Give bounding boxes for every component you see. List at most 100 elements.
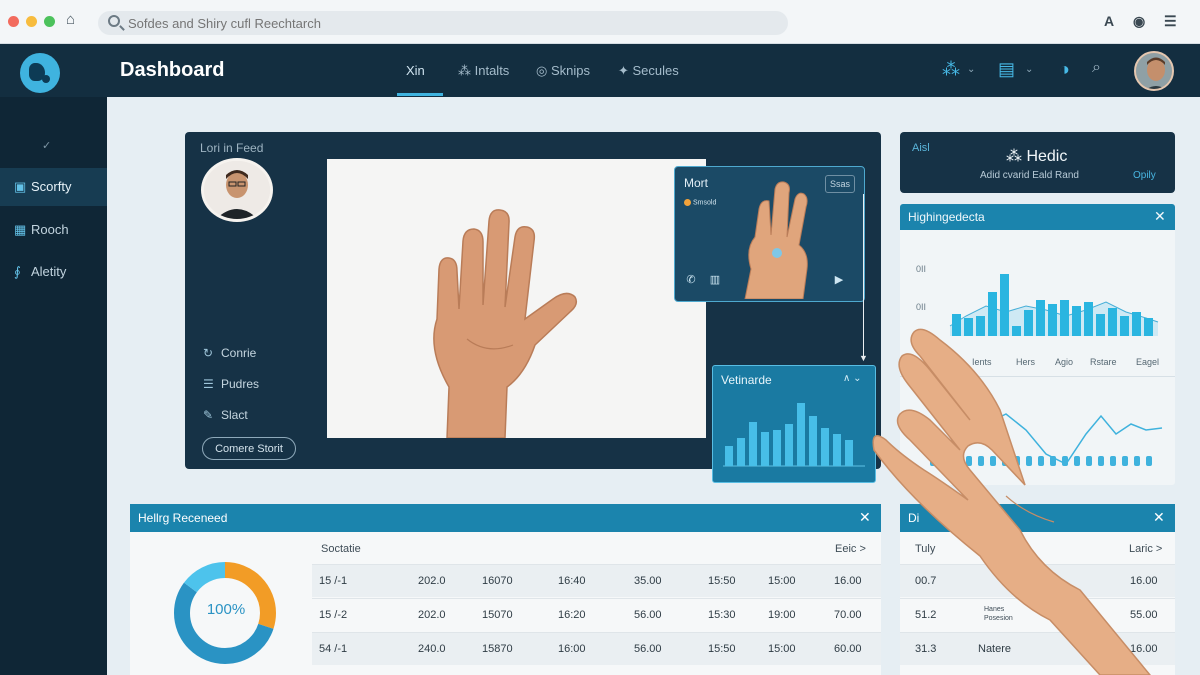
table-cell: 16.00 — [1130, 643, 1158, 655]
table-header-right[interactable]: Eeic > — [835, 543, 866, 555]
grid-icon[interactable]: ▥ — [707, 273, 723, 289]
chart-bar — [1000, 274, 1009, 336]
table-header-left: Soctatie — [321, 543, 361, 555]
tools-icon: ✎ — [203, 408, 214, 422]
toggle-icon — [684, 199, 691, 206]
table-cell: 31.3 — [915, 643, 937, 655]
theme-icon[interactable]: ◑ — [1059, 59, 1070, 80]
menu-item-conrie[interactable]: ↻ Conrie — [203, 346, 256, 360]
table-cell: 15 /-1 — [319, 575, 348, 587]
menu-icon[interactable]: ☰ — [1164, 13, 1177, 30]
table-header-right[interactable]: Laric > — [1129, 543, 1162, 555]
vetinarde-chart-card[interactable]: Vetinarde ∧ ⌄ — [712, 365, 876, 483]
gesture-popup[interactable]: Mort Ssas Smsold ✆ ▥ ▶ — [674, 166, 865, 302]
address-input[interactable] — [128, 14, 768, 32]
table-cell: 55.00 — [1130, 609, 1158, 621]
home-icon[interactable]: ⌂ — [66, 11, 75, 28]
card-header: Di ✕ — [900, 504, 1175, 532]
table-header-left: Tuly — [915, 543, 936, 555]
extension-icon[interactable]: ◉ — [1133, 13, 1145, 30]
table-row[interactable]: 15 /-2 202.0 15070 16:20 56.00 15:30 19:00 70.0… — [312, 598, 881, 631]
chart-bar — [821, 428, 829, 466]
tab-xin[interactable]: Xin — [406, 63, 425, 78]
profile-avatar[interactable] — [201, 158, 273, 222]
table-cell: 15:00 — [768, 643, 796, 655]
sidebar-item-rooch[interactable]: ▦ Rooch — [0, 211, 107, 249]
table-cell: 15:30 — [708, 609, 736, 621]
sidebar-item-aletity[interactable]: ∮ Aletity — [0, 253, 107, 291]
bottom-right-table-card: Di ✕ Tuly Laric > 00.7 16.00 51.2 Hanes … — [900, 504, 1175, 675]
y-axis-label: 0II — [916, 302, 927, 312]
menu-item-slact[interactable]: ✎ Slact — [203, 408, 248, 422]
table-cell: 56.00 — [634, 643, 662, 655]
chart-bar — [1024, 310, 1033, 336]
network-icon[interactable]: ⁂ — [942, 59, 960, 80]
search-icon[interactable]: ⌕ — [1092, 59, 1101, 77]
maximize-window-dot[interactable] — [44, 16, 55, 27]
chart-bar — [809, 416, 817, 466]
sidebar-item-scorfty[interactable]: ▣ Scorfty — [0, 168, 107, 206]
camera-start-button[interactable]: Comere Storit — [202, 437, 296, 460]
table-cell: 54 /-1 — [319, 643, 348, 655]
table-row[interactable]: 15 /-1 202.0 16070 16:40 35.00 15:50 15:00 16.0… — [312, 564, 881, 597]
chart-bar — [737, 438, 745, 466]
close-icon[interactable]: ✕ — [1154, 208, 1166, 225]
hedic-card[interactable]: Aisl ⁂ Hedic Adid cvarid Eald Rand Opily — [900, 132, 1175, 193]
list-icon[interactable]: ▤ — [998, 59, 1015, 80]
chart-bar — [1048, 304, 1057, 336]
table-cell: 15:50 — [708, 575, 736, 587]
chevron-down-icon[interactable]: ✓ — [42, 139, 51, 152]
profile-portrait — [204, 161, 270, 219]
active-tab-indicator — [397, 93, 443, 96]
table-cell-note: Hanes Posesion — [984, 606, 1013, 622]
user-avatar[interactable] — [1134, 51, 1174, 91]
menu-item-pudres[interactable]: ☰ Pudres — [203, 377, 259, 391]
address-bar[interactable] — [98, 11, 788, 35]
hedic-subtitle: Adid cvarid Eald Rand — [980, 170, 1079, 181]
minimize-window-dot[interactable] — [26, 16, 37, 27]
chart-bar — [761, 432, 769, 466]
chart-bar — [976, 316, 985, 336]
table-cell: 202.0 — [418, 609, 446, 621]
chart-card-header: Highingedecta ✕ — [900, 204, 1175, 230]
donut-percentage: 100% — [206, 601, 246, 618]
highingedecta-chart-card[interactable]: Highingedecta ✕ 0II 0II Ients Hers Agio … — [900, 204, 1175, 485]
tab-secules-label: Secules — [632, 63, 679, 78]
card-header: Hellrg Receneed ✕ — [130, 504, 881, 532]
chevron-down-icon[interactable]: ⌄ — [967, 64, 975, 75]
hedic-action-link[interactable]: Opily — [1133, 170, 1156, 181]
close-window-dot[interactable] — [8, 16, 19, 27]
tab-sknips[interactable]: ◎ Sknips — [536, 63, 590, 79]
raised-hand-image — [327, 159, 706, 438]
hedic-title: ⁂ Hedic — [1006, 146, 1067, 166]
chevron-down-icon[interactable]: ⌄ — [1025, 64, 1033, 75]
sidebar-item-label: Scorfty — [31, 179, 72, 194]
table-row[interactable]: 00.7 16.00 — [900, 564, 1175, 597]
chart-bar — [952, 314, 961, 336]
phone-icon[interactable]: ✆ — [683, 273, 699, 289]
search-icon — [108, 15, 120, 27]
video-feed[interactable] — [327, 159, 706, 438]
play-icon[interactable]: ▶ — [831, 273, 847, 289]
table-row[interactable]: 31.3 Natere 16.00 — [900, 632, 1175, 665]
account-icon[interactable]: A — [1104, 13, 1114, 29]
browser-toolbar: ⌂ A ◉ ☰ — [0, 0, 1200, 44]
gesture-hand-image — [744, 181, 808, 299]
chart-bar — [1132, 312, 1141, 336]
chart-card-controls[interactable]: ∧ ⌄ — [843, 373, 861, 384]
table-cell: 16:00 — [558, 643, 586, 655]
globe-logo-icon[interactable] — [20, 53, 60, 93]
table-row[interactable]: 54 /-1 240.0 15870 16:00 56.00 15:50 15:00 60.0… — [312, 632, 881, 665]
activity-icon: ∮ — [14, 264, 21, 279]
chart-bar — [773, 430, 781, 466]
close-icon[interactable]: ✕ — [859, 509, 871, 526]
avatar-portrait — [1136, 53, 1172, 89]
table-row[interactable]: 51.2 Hanes Posesion 55.00 — [900, 598, 1175, 631]
table-cell: 16:40 — [558, 575, 586, 587]
chart-bar — [845, 440, 853, 466]
tab-intalts[interactable]: ⁂ Intalts — [458, 63, 509, 79]
highingedecta-bar-chart — [949, 274, 1159, 336]
tab-secules[interactable]: ✦ Secules — [618, 63, 679, 79]
popup-badge[interactable]: Ssas — [825, 175, 855, 193]
close-icon[interactable]: ✕ — [1153, 509, 1165, 526]
